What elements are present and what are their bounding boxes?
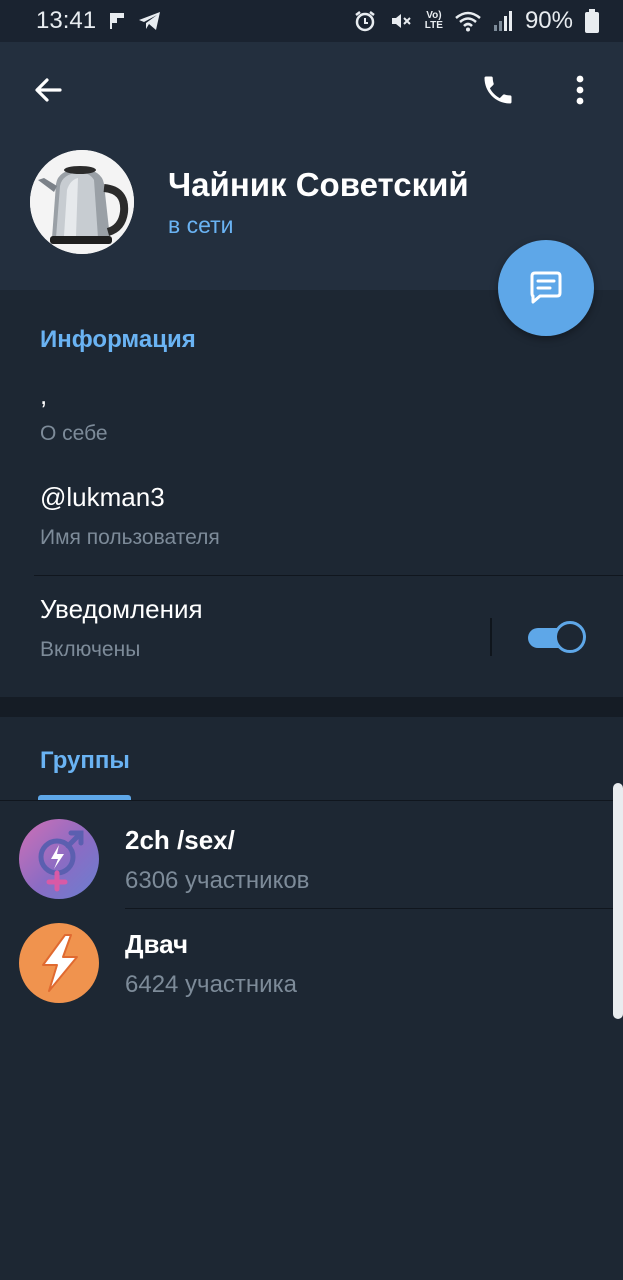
- group-avatar: [19, 819, 99, 899]
- username-row[interactable]: @lukman3 Имя пользователя: [0, 470, 623, 560]
- phone-icon: [484, 76, 512, 104]
- bio-value: ,: [40, 380, 48, 410]
- group-name: 2ch /sex/: [125, 825, 235, 855]
- profile-name: Чайник Советский: [168, 166, 469, 203]
- notifications-toggle[interactable]: [528, 621, 586, 653]
- flipboard-icon: [108, 11, 126, 31]
- gender-symbol-icon: [38, 830, 84, 892]
- bio-label: О себе: [40, 422, 108, 445]
- tab-groups[interactable]: Группы: [40, 747, 130, 775]
- lightning-icon: [42, 934, 78, 992]
- online-status: в сети: [168, 212, 234, 238]
- toggle-knob: [554, 621, 586, 653]
- groups-section: Группы 2ch /sex/ 6306 участников Двач 64…: [0, 717, 623, 1280]
- section-gap: [0, 697, 623, 717]
- back-icon: [35, 78, 62, 102]
- scrollbar[interactable]: [613, 783, 623, 1019]
- send-message-button[interactable]: [498, 240, 594, 336]
- back-button[interactable]: [28, 70, 68, 110]
- group-members: 6424 участника: [125, 971, 297, 998]
- bio-row[interactable]: , О себе: [0, 370, 623, 450]
- group-item-dvach[interactable]: Двач 6424 участника: [0, 909, 623, 1013]
- avatar[interactable]: [30, 150, 134, 254]
- toggle-separator: [490, 618, 492, 656]
- notifications-label: Уведомления: [40, 594, 203, 624]
- notifications-status: Включены: [40, 638, 141, 661]
- message-icon: [530, 271, 562, 304]
- group-members: 6306 участников: [125, 867, 310, 894]
- divider: [34, 575, 623, 576]
- username-label: Имя пользователя: [40, 526, 220, 549]
- username-value: @lukman3: [40, 482, 165, 512]
- volte-icon: Vo) LTE: [425, 11, 443, 31]
- group-name: Двач: [125, 929, 189, 959]
- battery-icon: [585, 9, 599, 33]
- wifi-icon: [455, 10, 481, 32]
- call-button[interactable]: [476, 68, 520, 112]
- status-time: 13:41: [36, 7, 97, 34]
- mute-icon: [389, 9, 413, 33]
- alarm-icon: [353, 9, 377, 33]
- volte-bottom-label: LTE: [424, 20, 443, 31]
- more-button[interactable]: [562, 68, 598, 112]
- telegram-icon: [138, 11, 162, 31]
- more-icon: [576, 75, 584, 105]
- status-bar: 13:41 Vo) LTE 90%: [0, 0, 623, 42]
- tab-divider: [0, 800, 623, 801]
- info-section-title: Информация: [40, 326, 196, 353]
- info-section: Информация , О себе @lukman3 Имя пользов…: [0, 290, 623, 697]
- signal-icon: [493, 10, 513, 32]
- group-avatar: [19, 923, 99, 1003]
- group-item-2ch-sex[interactable]: 2ch /sex/ 6306 участников: [0, 805, 623, 909]
- battery-percent: 90%: [524, 7, 573, 34]
- kettle-photo: [30, 150, 134, 254]
